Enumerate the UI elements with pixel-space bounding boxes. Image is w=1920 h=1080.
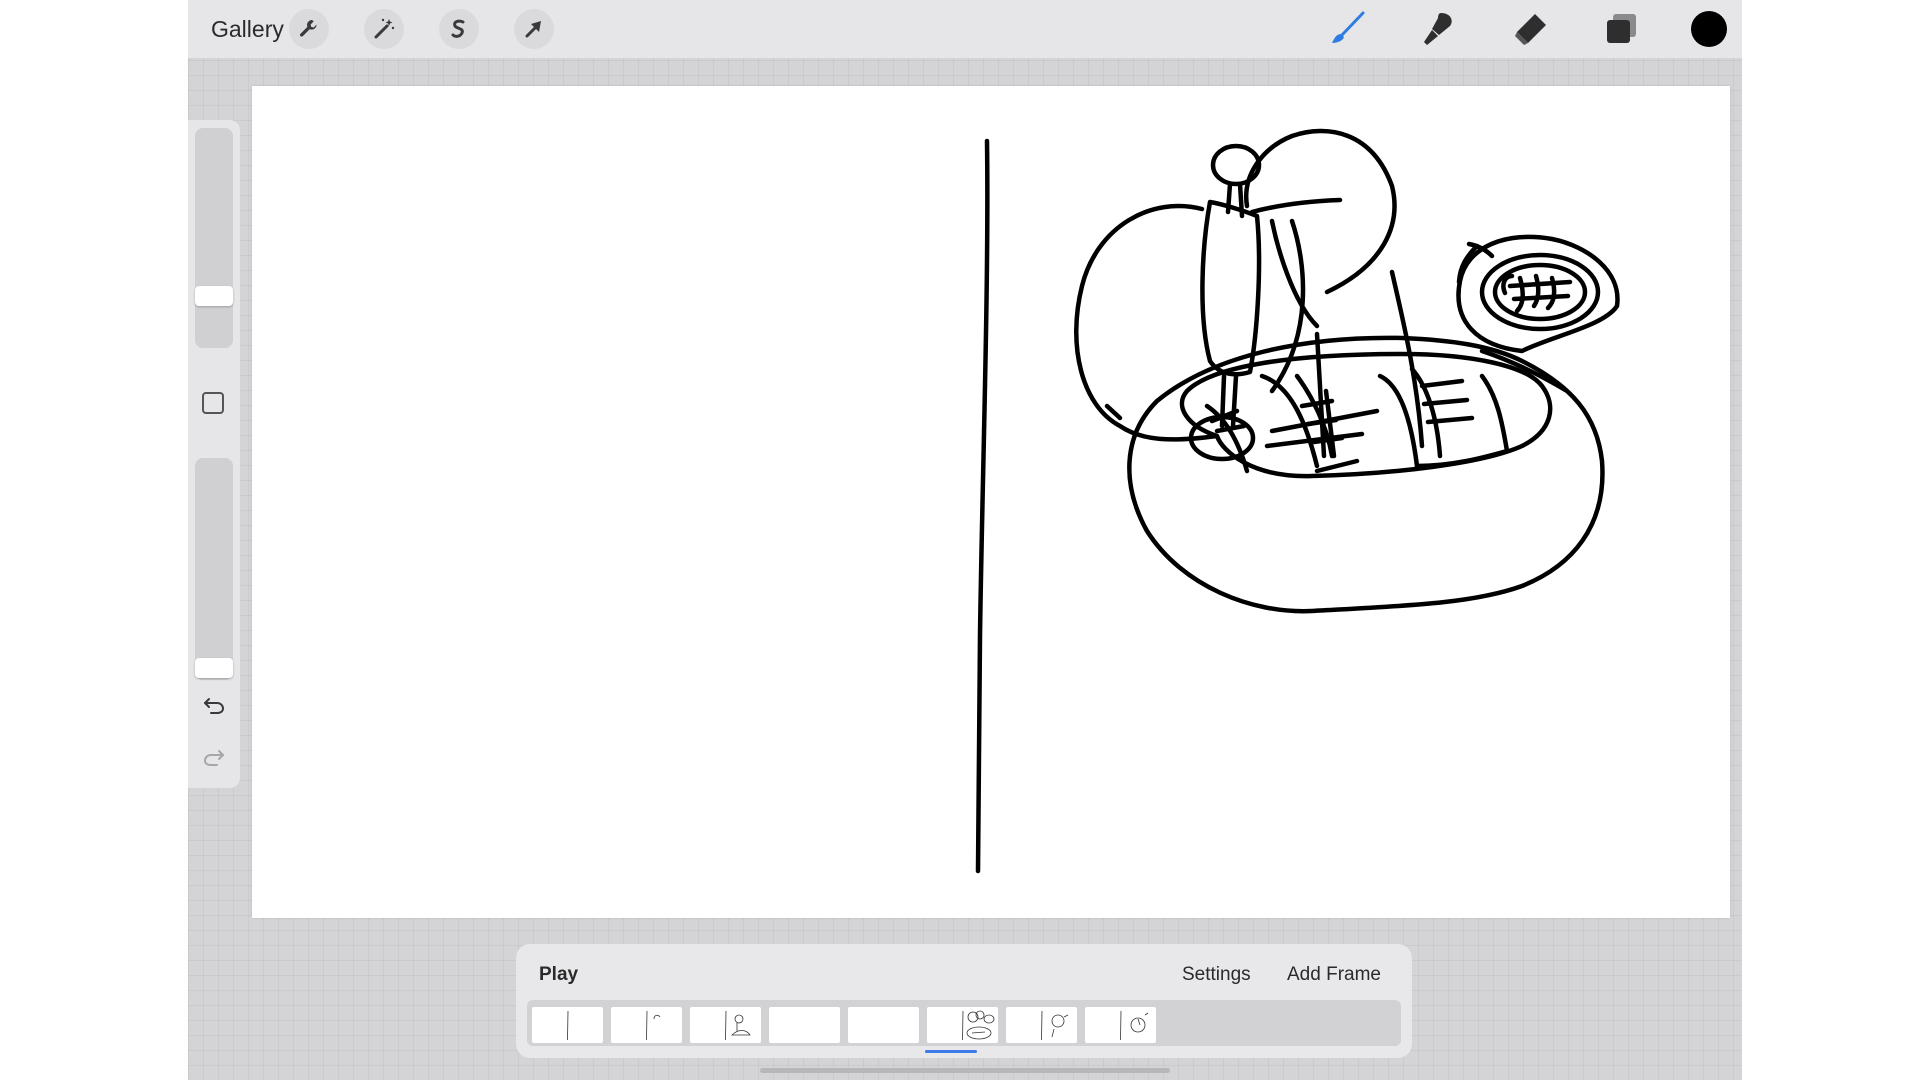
frame-thumbnail[interactable] — [690, 1007, 761, 1043]
procreate-app: Gallery Play Settings Add Frame — [188, 0, 1742, 1080]
redo-icon — [204, 750, 224, 766]
frame-thumbnail[interactable] — [532, 1007, 603, 1043]
arrow-cursor-icon — [525, 21, 541, 38]
undo-button[interactable] — [201, 692, 227, 718]
selection-button[interactable] — [439, 9, 479, 49]
brush-button[interactable] — [1327, 8, 1369, 50]
opacity-slider[interactable] — [195, 458, 233, 680]
eraser-button[interactable] — [1509, 8, 1551, 50]
play-button[interactable]: Play — [539, 964, 578, 986]
top-toolbar: Gallery — [188, 0, 1742, 58]
frame-thumbnail-selected[interactable] — [927, 1007, 998, 1043]
gallery-button[interactable]: Gallery — [211, 16, 284, 43]
modify-button[interactable] — [202, 392, 224, 414]
layers-icon — [1607, 14, 1636, 43]
transform-button[interactable] — [514, 9, 554, 49]
brush-size-slider-thumb[interactable] — [195, 286, 233, 306]
frame-thumbnail[interactable] — [848, 1007, 919, 1043]
color-picker-button[interactable] — [1691, 11, 1727, 47]
selected-frame-indicator — [925, 1050, 977, 1053]
brush-icon — [1332, 11, 1365, 43]
opacity-slider-thumb[interactable] — [195, 658, 233, 678]
frame-thumbnail[interactable] — [769, 1007, 840, 1043]
wrench-icon — [300, 20, 317, 37]
left-sidebar — [188, 120, 240, 788]
sketch-artwork — [975, 128, 1620, 874]
undo-icon — [204, 698, 224, 714]
brush-size-slider[interactable] — [195, 128, 233, 348]
smudge-button[interactable] — [1418, 8, 1460, 50]
adjustments-button[interactable] — [364, 9, 404, 49]
actions-button[interactable] — [289, 9, 329, 49]
layers-button[interactable] — [1600, 8, 1642, 50]
frame-thumbnail[interactable] — [611, 1007, 682, 1043]
selection-icon — [451, 19, 465, 38]
eraser-icon — [1515, 14, 1546, 45]
animation-timeline: Play Settings Add Frame — [516, 944, 1412, 1058]
timeline-settings-button[interactable]: Settings — [1182, 964, 1251, 986]
smudge-icon — [1424, 13, 1452, 45]
frame-thumbnail[interactable] — [1006, 1007, 1077, 1043]
frame-thumbnail[interactable] — [1085, 1007, 1156, 1043]
magic-wand-icon — [374, 18, 395, 39]
drawing-canvas[interactable] — [252, 86, 1730, 918]
home-indicator[interactable] — [760, 1068, 1170, 1073]
add-frame-button[interactable]: Add Frame — [1287, 964, 1381, 986]
redo-button[interactable] — [201, 744, 227, 770]
frames-strip — [527, 1000, 1401, 1046]
